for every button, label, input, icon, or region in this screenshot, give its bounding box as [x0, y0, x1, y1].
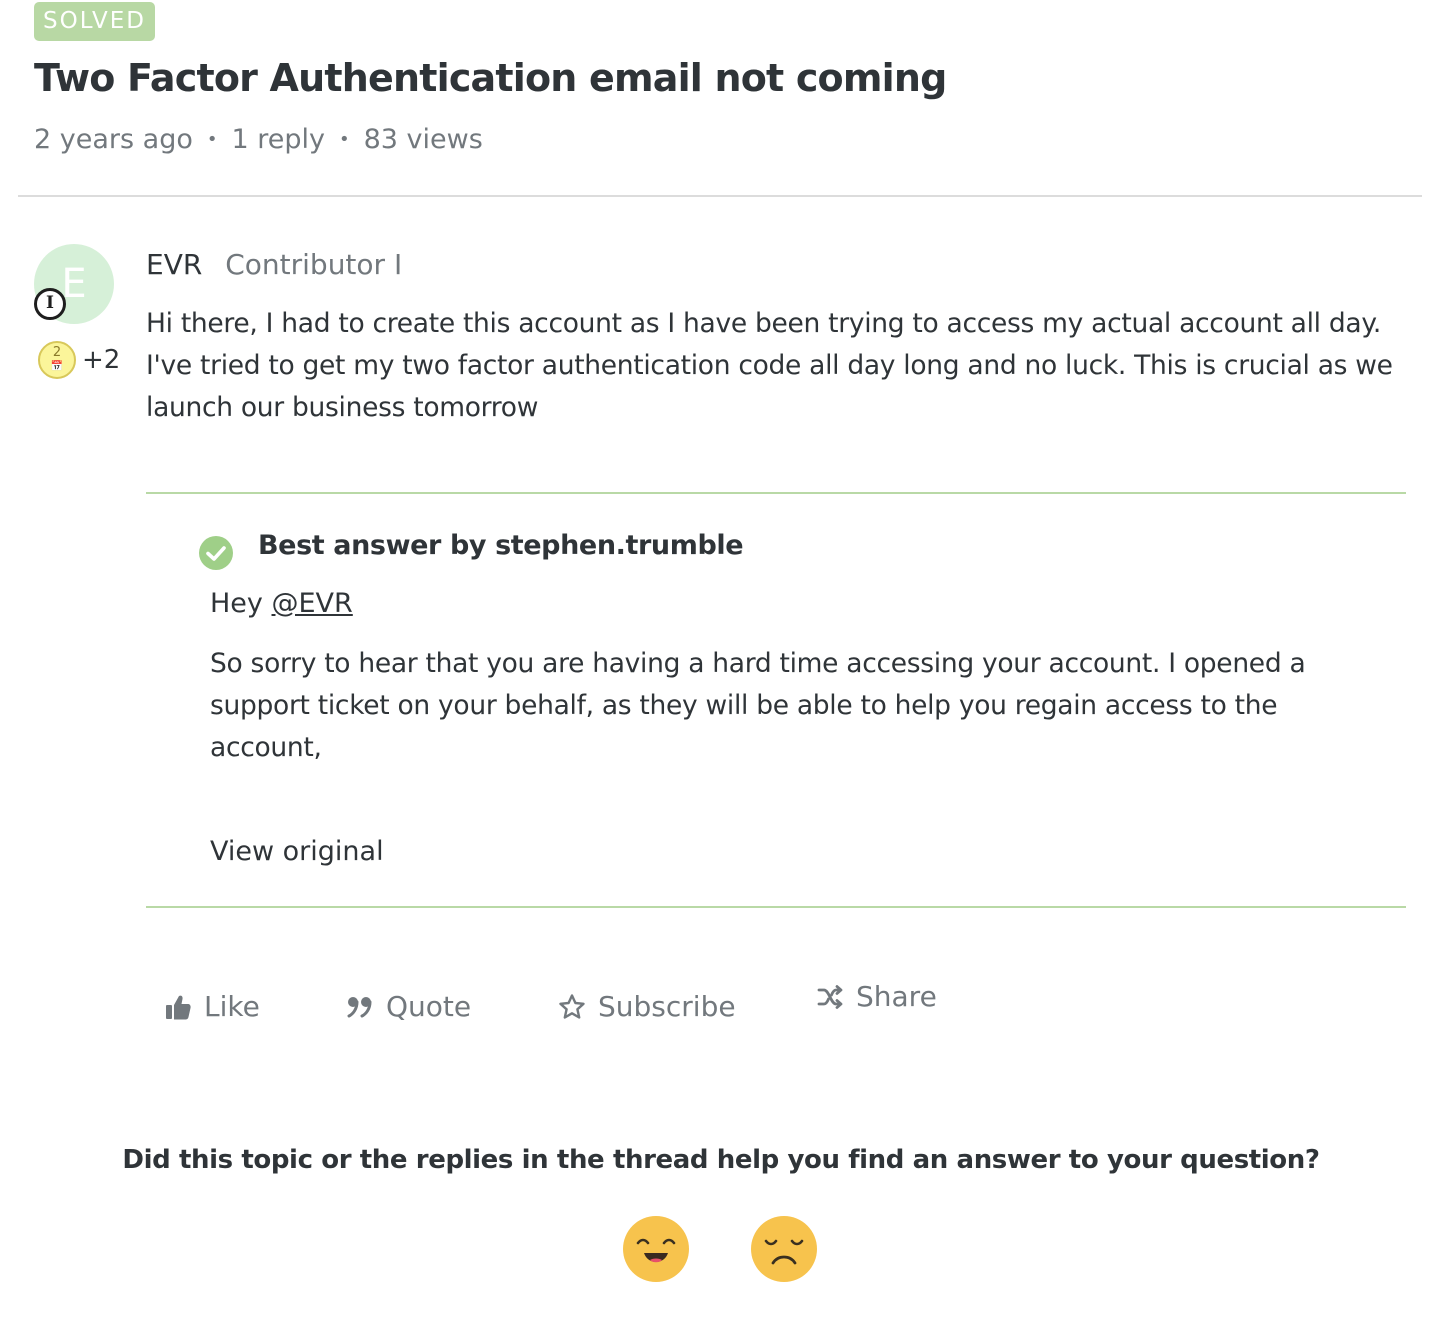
author-name[interactable]: EVR — [146, 248, 202, 281]
badge-icon[interactable]: 2 📅 — [38, 341, 76, 379]
topic-title: Two Factor Authentication email not comi… — [34, 56, 947, 100]
post-body: Hi there, I had to create this account a… — [146, 308, 1393, 423]
badge-extra-count[interactable]: +2 — [82, 345, 120, 375]
feedback-question: Did this topic or the replies in the thr… — [122, 1145, 1320, 1175]
rank-icon: I — [34, 288, 66, 320]
author-role: Contributor I — [225, 248, 403, 281]
greeting-text: Hey — [210, 588, 263, 619]
calendar-icon: 📅 — [50, 361, 64, 372]
quote-icon — [347, 996, 372, 1017]
shuffle-icon — [817, 984, 843, 1009]
mention-link[interactable]: @EVR — [272, 588, 353, 619]
quote-label: Quote — [386, 990, 472, 1023]
solved-badge: SOLVED — [34, 2, 155, 41]
badge-number: 2 — [52, 345, 62, 360]
quote-button[interactable]: Quote — [346, 990, 471, 1023]
share-label: Share — [856, 980, 937, 1013]
topic-view-count: 83 views — [363, 124, 483, 155]
subscribe-label: Subscribe — [598, 990, 736, 1023]
subscribe-button[interactable]: Subscribe — [558, 990, 736, 1023]
best-answer-top-border — [146, 492, 1406, 494]
best-answer-heading: Best answer by stephen.trumble — [258, 530, 744, 561]
topic-meta: 2 years ago • 1 reply • 83 views — [34, 124, 483, 155]
post-author: EVR Contributor I — [146, 248, 402, 281]
sad-emoji-icon[interactable] — [751, 1216, 817, 1282]
like-label: Like — [204, 990, 260, 1023]
like-button[interactable]: Like — [164, 990, 260, 1023]
answer-body: So sorry to hear that you are having a h… — [210, 648, 1306, 763]
answer-greeting: Hey @EVR — [210, 588, 353, 619]
topic-age: 2 years ago — [34, 124, 193, 155]
meta-separator: • — [338, 129, 350, 150]
share-button[interactable]: Share — [816, 980, 937, 1013]
star-icon — [559, 993, 585, 1019]
check-circle-icon — [199, 536, 233, 570]
topic-reply-count: 1 reply — [231, 124, 325, 155]
happy-emoji-icon[interactable] — [623, 1216, 689, 1282]
view-original-link[interactable]: View original — [210, 836, 384, 867]
header-divider — [18, 195, 1422, 197]
meta-separator: • — [206, 129, 218, 150]
best-answer-bottom-border — [146, 906, 1406, 908]
thumbs-up-icon — [166, 995, 191, 1019]
